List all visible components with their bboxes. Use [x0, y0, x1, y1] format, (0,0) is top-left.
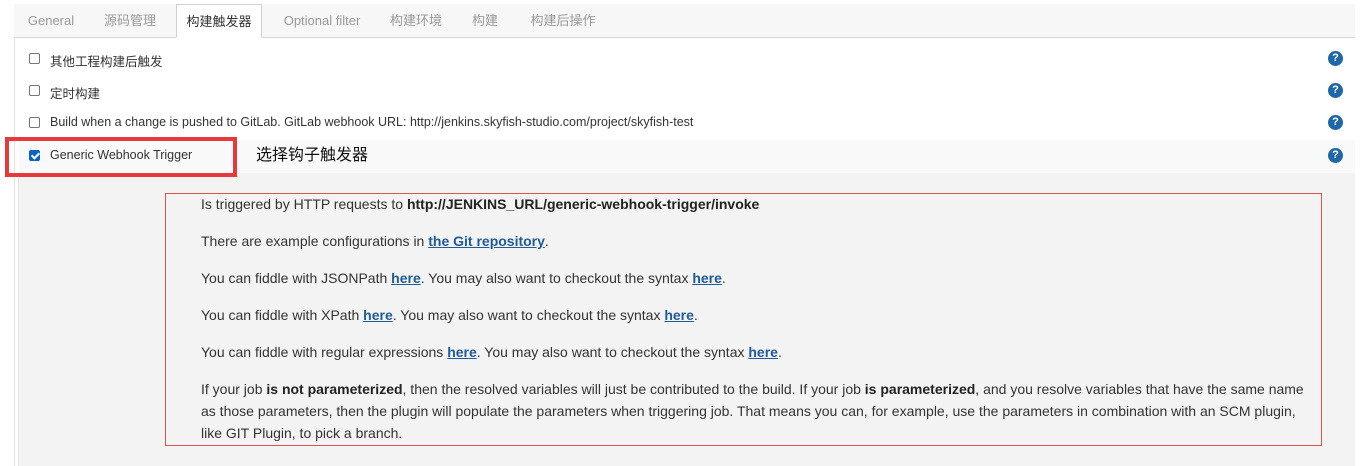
trigger-checkbox-upstream[interactable]: [29, 53, 40, 64]
help-text: If your job: [201, 381, 267, 397]
trigger-checkbox-gitlab[interactable]: [29, 117, 40, 128]
trigger-row-timer: 定时构建 ?: [14, 76, 1355, 106]
trigger-label-upstream[interactable]: 其他工程构建后触发: [50, 51, 163, 70]
help-text: .: [693, 307, 698, 323]
help-text: , then the resolved variables will just …: [402, 381, 865, 397]
help-icon[interactable]: ?: [1328, 83, 1343, 98]
help-paragraph: Is triggered by HTTP requests to http://…: [201, 193, 759, 215]
help-paragraph: If your job is not parameterized, then t…: [201, 378, 1311, 444]
help-paragraph: There are example configurations in the …: [201, 230, 549, 252]
tab-build-environment[interactable]: 构建环境: [382, 4, 450, 38]
trigger-label-timer[interactable]: 定时构建: [50, 83, 100, 102]
help-paragraph: You can fiddle with XPath here. You may …: [201, 304, 698, 326]
xpath-syntax-link[interactable]: here: [664, 307, 694, 323]
help-emphasis: is parameterized: [864, 381, 976, 397]
help-emphasis: is not parameterized: [266, 381, 403, 397]
regex-fiddle-link[interactable]: here: [447, 344, 477, 360]
git-repository-link[interactable]: the Git repository: [428, 233, 545, 249]
help-paragraph: You can fiddle with JSONPath here. You m…: [201, 267, 726, 289]
tab-source-control[interactable]: 源码管理: [90, 4, 170, 38]
help-text: .: [777, 344, 782, 360]
help-icon[interactable]: ?: [1328, 115, 1343, 130]
help-text: Is triggered by HTTP requests to: [201, 196, 407, 212]
trigger-row-gitlab: Build when a change is pushed to GitLab.…: [14, 108, 1355, 138]
help-text: . You may also want to checkout the synt…: [392, 307, 665, 323]
tab-build-triggers[interactable]: 构建触发器: [176, 4, 262, 38]
trigger-label-gitlab[interactable]: Build when a change is pushed to GitLab.…: [50, 115, 693, 129]
tab-build[interactable]: 构建: [462, 4, 508, 38]
trigger-checkbox-timer[interactable]: [29, 85, 40, 96]
invoke-url: http://JENKINS_URL/generic-webhook-trigg…: [406, 196, 760, 212]
regex-syntax-link[interactable]: here: [748, 344, 778, 360]
tab-general[interactable]: General: [14, 4, 88, 38]
xpath-fiddle-link[interactable]: here: [363, 307, 393, 323]
help-text: .: [721, 270, 726, 286]
jsonpath-fiddle-link[interactable]: here: [391, 270, 421, 286]
help-icon[interactable]: ?: [1328, 51, 1343, 66]
help-icon[interactable]: ?: [1328, 148, 1343, 163]
jsonpath-syntax-link[interactable]: here: [692, 270, 722, 286]
help-text: . You may also want to checkout the synt…: [420, 270, 693, 286]
help-text: There are example configurations in: [201, 233, 429, 249]
annotation-text: 选择钩子触发器: [256, 145, 369, 164]
help-content-box: Is triggered by HTTP requests to http://…: [165, 193, 1322, 446]
trigger-row-upstream: 其他工程构建后触发 ?: [14, 44, 1355, 74]
tab-bar: General 源码管理 构建触发器 Optional filter 构建环境 …: [14, 4, 1355, 38]
help-text: .: [544, 233, 549, 249]
help-text: . You may also want to checkout the synt…: [476, 344, 749, 360]
help-text: You can fiddle with JSONPath: [201, 270, 392, 286]
help-text: You can fiddle with regular expressions: [201, 344, 448, 360]
highlight-box: [5, 137, 237, 177]
tab-post-build[interactable]: 构建后操作: [518, 4, 608, 38]
tab-optional-filter[interactable]: Optional filter: [268, 4, 376, 38]
help-text: You can fiddle with XPath: [201, 307, 364, 323]
help-paragraph: You can fiddle with regular expressions …: [201, 341, 782, 363]
